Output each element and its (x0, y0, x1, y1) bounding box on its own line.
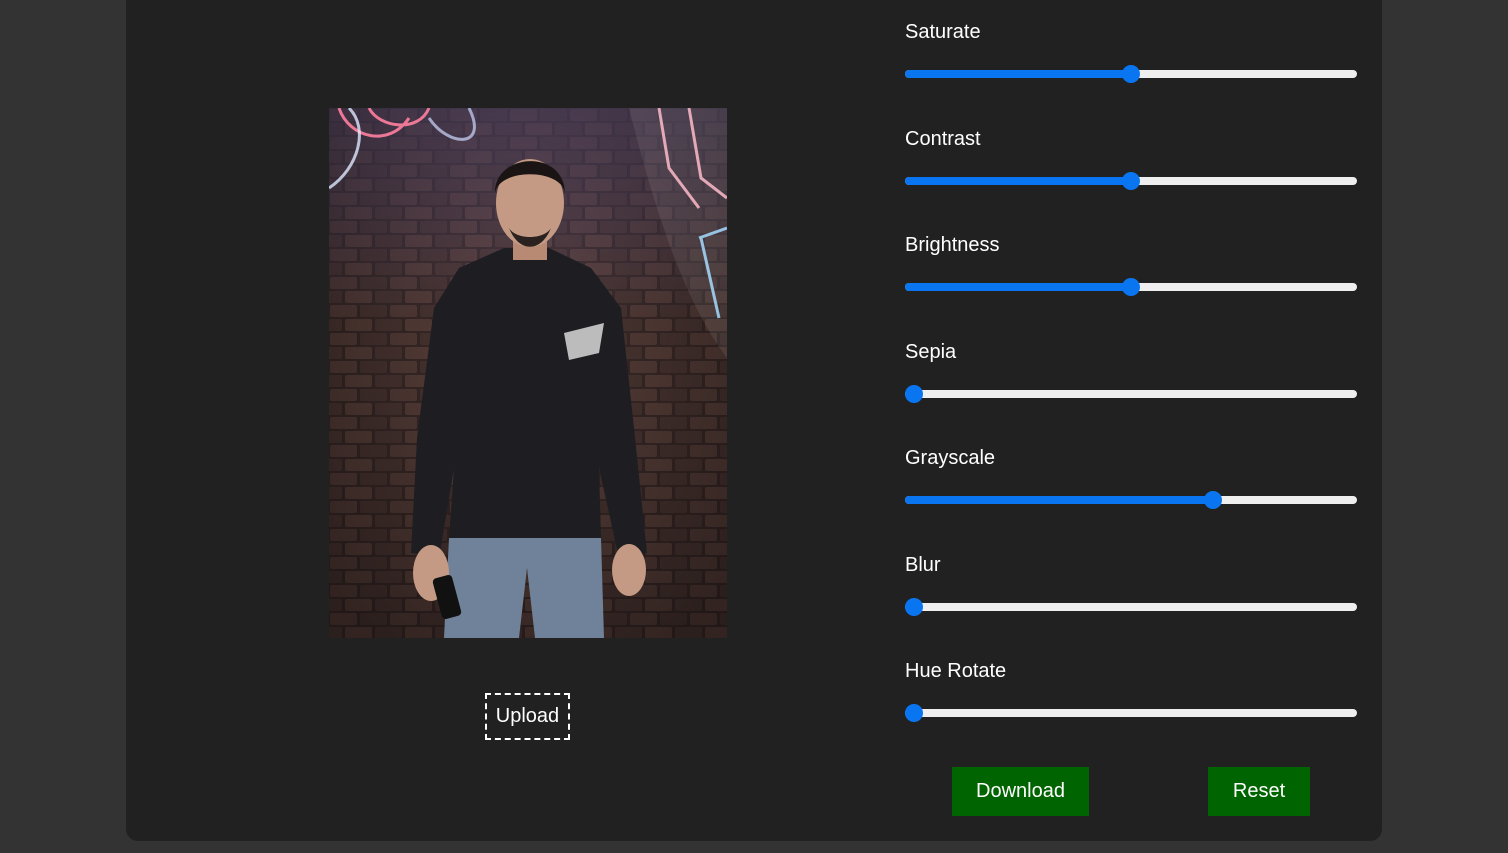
slider-thumb[interactable] (905, 598, 923, 616)
contrast-label: Contrast (905, 128, 981, 150)
upload-button[interactable]: Upload (485, 693, 570, 740)
slider-thumb[interactable] (1122, 65, 1140, 83)
slider-thumb[interactable] (1122, 172, 1140, 190)
sepia-control: Sepia (905, 340, 1357, 430)
grayscale-slider[interactable] (905, 490, 1357, 510)
sepia-label: Sepia (905, 341, 957, 363)
slider-track (905, 603, 1357, 611)
blur-label: Blur (905, 554, 941, 576)
grayscale-control: Grayscale (905, 446, 1357, 536)
hue-rotate-slider[interactable] (905, 703, 1357, 723)
download-button[interactable]: Download (952, 767, 1089, 816)
hue-rotate-control: Hue Rotate (905, 659, 1357, 749)
preview-photo-graphic (329, 108, 727, 638)
grayscale-label: Grayscale (905, 447, 996, 469)
blur-control: Blur (905, 553, 1357, 643)
hue-rotate-label: Hue Rotate (905, 660, 1007, 682)
saturate-label: Saturate (905, 21, 981, 43)
contrast-slider[interactable] (905, 171, 1357, 191)
slider-track (905, 390, 1357, 398)
blur-slider[interactable] (905, 597, 1357, 617)
slider-thumb[interactable] (1122, 278, 1140, 296)
saturate-control: Saturate (905, 20, 1357, 110)
contrast-control: Contrast (905, 127, 1357, 217)
sepia-slider[interactable] (905, 384, 1357, 404)
slider-track (905, 709, 1357, 717)
brightness-label: Brightness (905, 234, 1000, 256)
reset-button[interactable]: Reset (1208, 767, 1310, 816)
brightness-slider[interactable] (905, 277, 1357, 297)
slider-fill (905, 496, 1214, 504)
slider-thumb[interactable] (905, 385, 923, 403)
preview-image (329, 108, 727, 638)
slider-thumb[interactable] (1204, 491, 1223, 509)
slider-fill (905, 70, 1131, 78)
slider-thumb[interactable] (905, 704, 923, 722)
saturate-slider[interactable] (905, 64, 1357, 84)
slider-fill (905, 177, 1131, 185)
slider-fill (905, 283, 1131, 291)
brightness-control: Brightness (905, 233, 1357, 323)
